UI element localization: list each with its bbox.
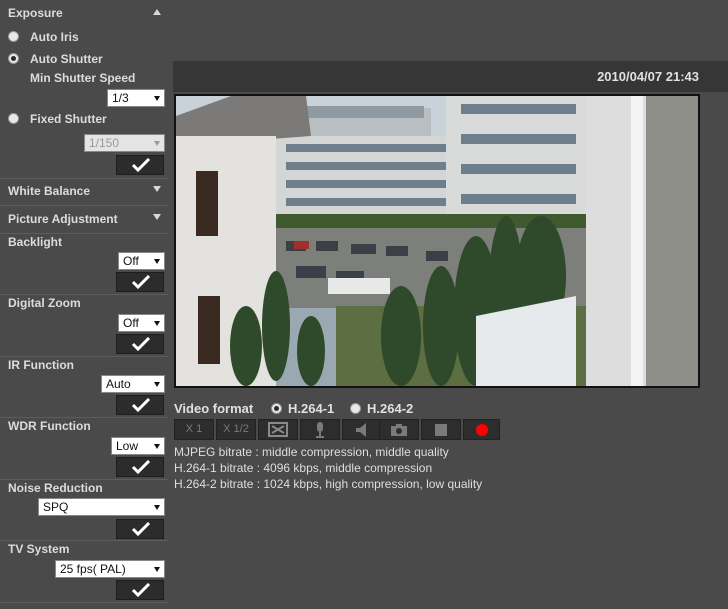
picture-adjustment-title[interactable]: Picture Adjustment xyxy=(8,212,118,226)
dropdown-arrow-icon xyxy=(154,96,160,101)
fixed-shutter-select: 1/150 xyxy=(84,134,165,152)
divider xyxy=(0,479,168,480)
h264-2-radio[interactable] xyxy=(350,403,361,414)
divider xyxy=(0,602,168,603)
tv-system-title: TV System xyxy=(8,542,70,556)
snapshot-button[interactable] xyxy=(379,419,419,440)
speaker-icon xyxy=(356,423,366,437)
microphone-button[interactable] xyxy=(300,419,340,440)
video-format-label: Video format xyxy=(174,401,254,416)
auto-shutter-label[interactable]: Auto Shutter xyxy=(30,52,103,66)
dropdown-arrow-icon xyxy=(154,321,160,326)
checkmark-icon xyxy=(131,460,151,474)
stop-button[interactable] xyxy=(421,419,461,440)
checkmark-icon xyxy=(131,398,151,412)
noise-reduction-title: Noise Reduction xyxy=(8,481,103,495)
divider xyxy=(0,233,168,234)
noise-reduction-select[interactable]: SPQ xyxy=(38,498,165,516)
checkmark-icon xyxy=(131,337,151,351)
zoom-half-button[interactable]: X 1/2 xyxy=(216,419,256,440)
expand-white-balance-icon[interactable] xyxy=(153,186,161,192)
dropdown-arrow-icon xyxy=(154,259,160,264)
h264-1-label[interactable]: H.264-1 xyxy=(288,401,334,416)
backlight-value: Off xyxy=(123,254,139,268)
divider xyxy=(0,205,168,206)
auto-iris-label[interactable]: Auto Iris xyxy=(30,30,79,44)
ir-function-apply-button[interactable] xyxy=(116,395,164,415)
digital-zoom-value: Off xyxy=(123,316,139,330)
zoom-x1-button[interactable]: X 1 xyxy=(174,419,214,440)
live-video-feed[interactable] xyxy=(174,94,700,388)
tv-system-apply-button[interactable] xyxy=(116,580,164,600)
divider xyxy=(0,294,168,295)
fixed-shutter-value: 1/150 xyxy=(89,136,120,150)
fixed-shutter-radio[interactable] xyxy=(8,113,19,124)
checkmark-icon xyxy=(131,522,151,536)
record-icon xyxy=(475,424,488,436)
backlight-apply-button[interactable] xyxy=(116,272,164,292)
microphone-icon xyxy=(316,422,324,438)
dropdown-arrow-icon xyxy=(154,444,160,449)
tv-system-value: 25 fps( PAL) xyxy=(60,562,126,576)
settings-sidebar: Exposure Auto Iris Auto Shutter Min Shut… xyxy=(0,0,168,609)
h264-2-label[interactable]: H.264-2 xyxy=(367,401,413,416)
ir-function-select[interactable]: Auto xyxy=(101,375,165,393)
min-shutter-speed-value: 1/3 xyxy=(112,91,129,105)
digital-zoom-title: Digital Zoom xyxy=(8,296,81,310)
divider xyxy=(0,178,168,179)
wdr-function-value: Low xyxy=(116,439,139,453)
camera-icon xyxy=(391,424,407,436)
noise-reduction-value: SPQ xyxy=(43,500,69,514)
exposure-apply-button[interactable] xyxy=(116,155,164,175)
dropdown-arrow-icon xyxy=(154,567,160,572)
dropdown-arrow-icon xyxy=(154,505,160,510)
ir-function-title: IR Function xyxy=(8,358,74,372)
h264-2-bitrate-info: H.264-2 bitrate : 1024 kbps, high compre… xyxy=(174,477,483,491)
timestamp: 2010/04/07 21:43 xyxy=(597,69,699,84)
wdr-function-select[interactable]: Low xyxy=(111,437,165,455)
checkmark-icon xyxy=(131,158,151,172)
wdr-function-title: WDR Function xyxy=(8,419,91,433)
collapse-exposure-icon[interactable] xyxy=(153,9,161,15)
speaker-button[interactable] xyxy=(342,419,382,440)
noise-reduction-apply-button[interactable] xyxy=(116,519,164,539)
camera-image xyxy=(176,96,698,386)
mjpeg-bitrate-info: MJPEG bitrate : middle compression, midd… xyxy=(174,445,449,459)
checkmark-icon xyxy=(131,583,151,597)
backlight-select[interactable]: Off xyxy=(118,252,165,270)
digital-zoom-select[interactable]: Off xyxy=(118,314,165,332)
auto-iris-radio[interactable] xyxy=(8,31,19,42)
digital-zoom-apply-button[interactable] xyxy=(116,334,164,354)
record-button[interactable] xyxy=(463,419,500,440)
stop-icon xyxy=(435,424,447,436)
expand-picture-adjustment-icon[interactable] xyxy=(153,214,161,220)
auto-shutter-radio[interactable] xyxy=(8,53,19,64)
checkmark-icon xyxy=(131,275,151,289)
fullscreen-button[interactable] xyxy=(258,419,298,440)
dropdown-arrow-icon xyxy=(154,141,160,146)
h264-1-bitrate-info: H.264-1 bitrate : 4096 kbps, middle comp… xyxy=(174,461,433,475)
backlight-title: Backlight xyxy=(8,235,63,249)
video-header-bar: 2010/04/07 21:43 xyxy=(173,61,728,92)
divider xyxy=(0,540,168,541)
min-shutter-speed-label: Min Shutter Speed xyxy=(30,71,136,85)
exposure-title[interactable]: Exposure xyxy=(8,6,63,20)
ir-function-value: Auto xyxy=(106,377,131,391)
min-shutter-speed-select[interactable]: 1/3 xyxy=(107,89,165,107)
fixed-shutter-label[interactable]: Fixed Shutter xyxy=(30,112,107,126)
divider xyxy=(0,356,168,357)
fullscreen-icon xyxy=(268,422,288,437)
divider xyxy=(0,417,168,418)
tv-system-select[interactable]: 25 fps( PAL) xyxy=(55,560,165,578)
white-balance-title[interactable]: White Balance xyxy=(8,184,90,198)
wdr-function-apply-button[interactable] xyxy=(116,457,164,477)
h264-1-radio[interactable] xyxy=(271,403,282,414)
dropdown-arrow-icon xyxy=(154,382,160,387)
